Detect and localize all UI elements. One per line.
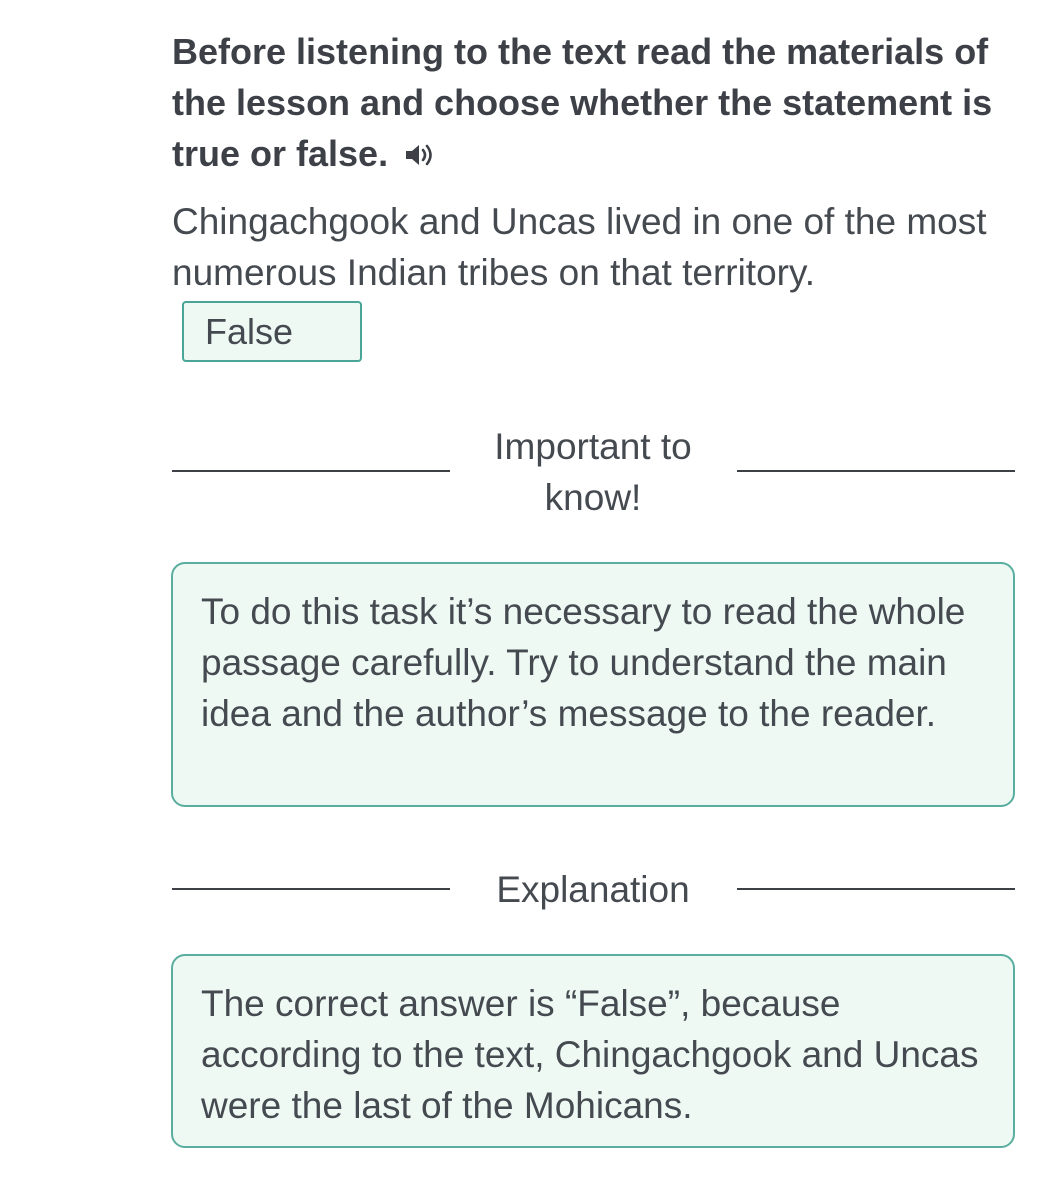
explanation-divider-right xyxy=(737,888,1015,890)
important-divider-left xyxy=(172,470,450,472)
speaker-icon[interactable] xyxy=(404,130,438,181)
task-instruction: Before listening to the text read the ma… xyxy=(172,26,1012,181)
explanation-info-box: The correct answer is “False”, because a… xyxy=(171,954,1015,1148)
instruction-text: Before listening to the text read the ma… xyxy=(172,31,993,174)
explanation-heading: Explanation xyxy=(496,869,690,910)
selected-answer-box[interactable]: False xyxy=(182,301,362,362)
important-divider-right xyxy=(737,470,1015,472)
statement-text: Chingachgook and Uncas lived in one of t… xyxy=(172,201,987,293)
important-info-box: To do this task it’s necessary to read t… xyxy=(171,562,1015,807)
important-heading: Important to know! xyxy=(494,426,692,518)
explanation-divider-left xyxy=(172,888,450,890)
explanation-text: The correct answer is “False”, because a… xyxy=(201,983,979,1126)
important-text: To do this task it’s necessary to read t… xyxy=(201,591,966,734)
